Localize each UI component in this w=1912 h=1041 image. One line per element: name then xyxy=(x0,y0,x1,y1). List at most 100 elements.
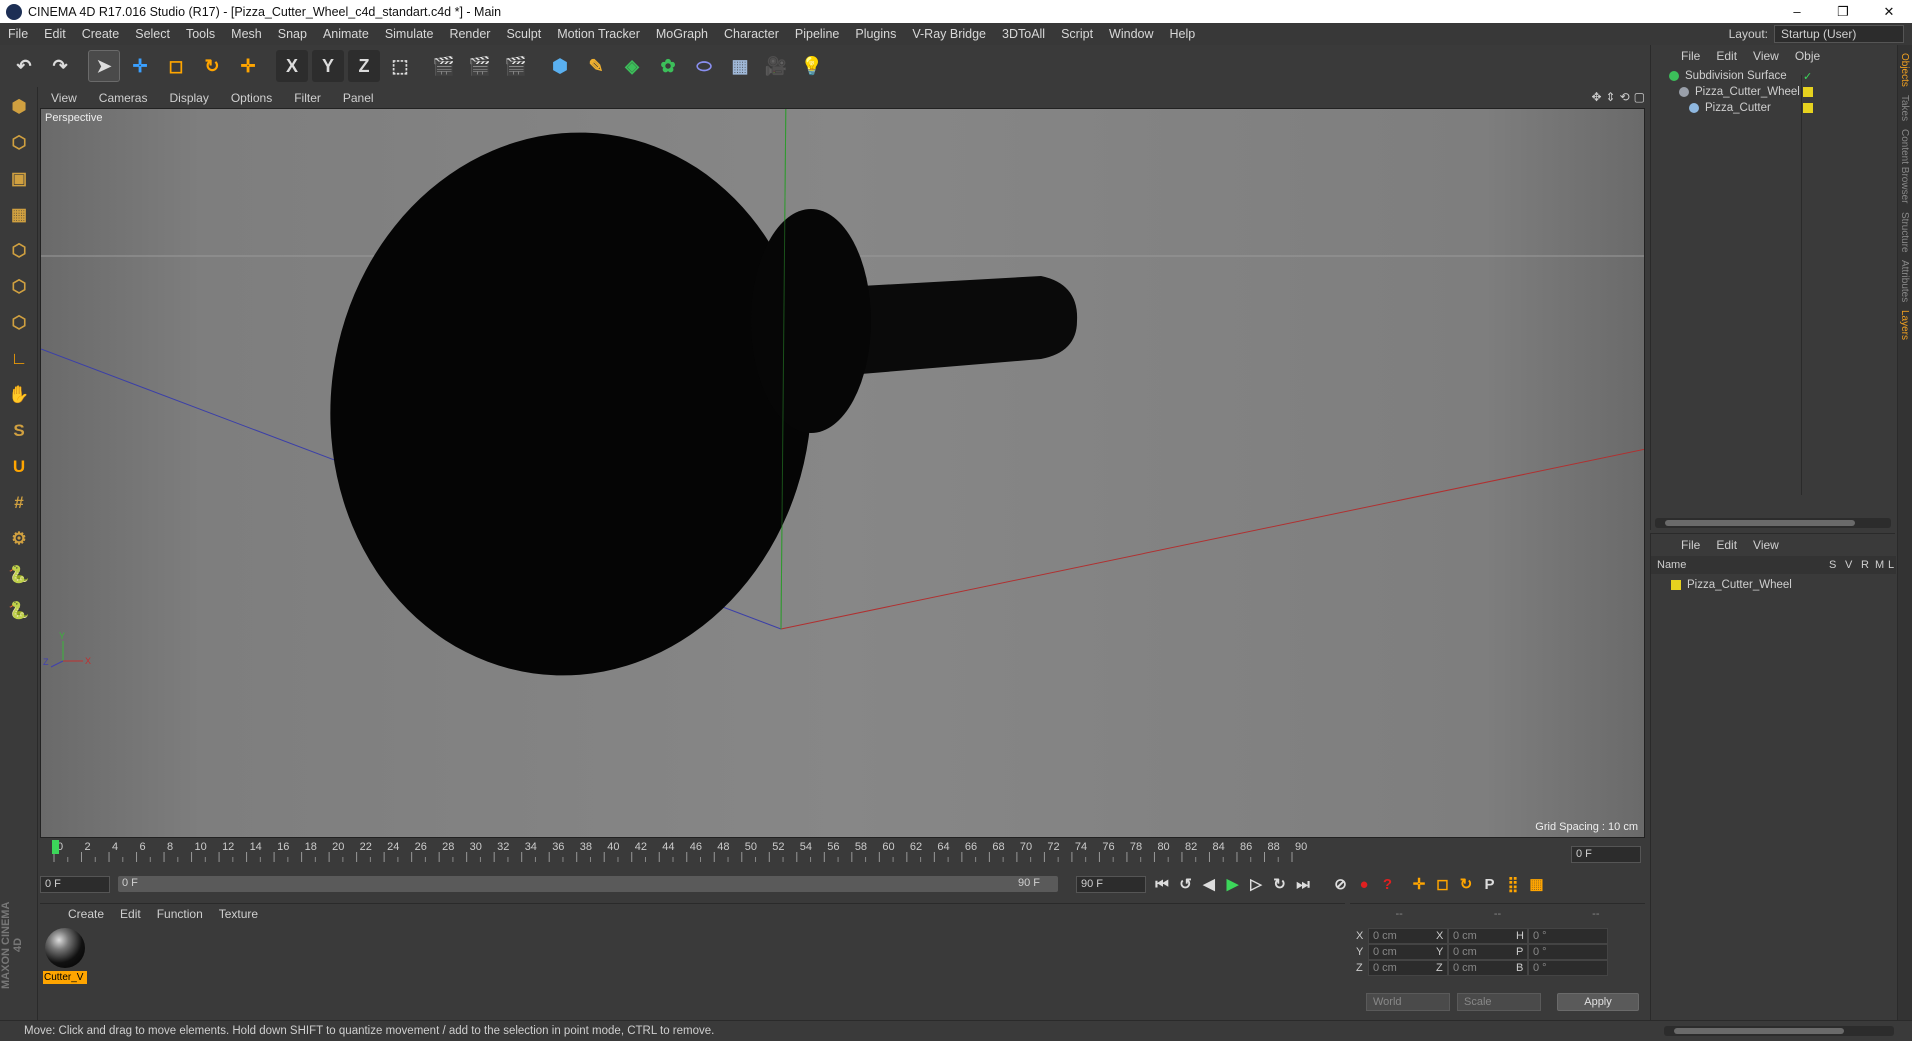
grid-lock-icon[interactable]: # xyxy=(3,487,35,519)
menu-render[interactable]: Render xyxy=(441,27,498,41)
current-frame-field[interactable]: 0 F xyxy=(1571,846,1641,863)
pizza-wheel-blade[interactable] xyxy=(295,109,846,707)
menu-pipeline[interactable]: Pipeline xyxy=(787,27,847,41)
select-cursor-icon[interactable]: ➤ xyxy=(88,50,120,82)
minimize-button[interactable]: – xyxy=(1774,0,1820,23)
viewport-menu-filter[interactable]: Filter xyxy=(283,91,332,105)
key-scale-icon[interactable]: ◻ xyxy=(1431,873,1455,895)
menu-script[interactable]: Script xyxy=(1053,27,1101,41)
pen-icon[interactable]: ✎ xyxy=(580,50,612,82)
layer-row[interactable]: Pizza_Cutter_Wheel xyxy=(1651,576,1896,594)
side-tab-takes[interactable]: Takes xyxy=(1899,95,1910,121)
status-scrollbar[interactable] xyxy=(1664,1026,1894,1036)
z-axis-icon[interactable]: Z xyxy=(348,50,380,82)
coord-value-field[interactable]: 0 ° xyxy=(1528,944,1608,960)
object-manager-scrollbar[interactable] xyxy=(1655,518,1891,528)
close-button[interactable]: ✕ xyxy=(1866,0,1912,23)
object-row[interactable]: Pizza_Cutter xyxy=(1651,99,1896,117)
perspective-viewport[interactable]: Y X Z Perspective Grid Spacing : 10 cm xyxy=(40,108,1645,838)
layer-color-tag[interactable] xyxy=(1803,103,1813,113)
coord-value-field[interactable]: 0 ° xyxy=(1528,928,1608,944)
model-mode-icon[interactable]: ⬡ xyxy=(3,127,35,159)
menu-animate[interactable]: Animate xyxy=(315,27,377,41)
material-menu-function[interactable]: Function xyxy=(149,907,211,921)
menu-window[interactable]: Window xyxy=(1101,27,1161,41)
camera-icon[interactable]: 🎥 xyxy=(760,50,792,82)
viewport-menu-view[interactable]: View xyxy=(40,91,88,105)
timeline[interactable]: 0 2 4 6 8 10 12 14 16 18 20 22 24 26 28 30 32 34 36 38 40 42 4… xyxy=(40,838,1645,870)
key-param-icon[interactable]: P xyxy=(1478,873,1502,895)
next-frame-icon[interactable]: ▷ xyxy=(1244,873,1268,895)
menu-v-ray-bridge[interactable]: V-Ray Bridge xyxy=(904,27,994,41)
coord-system-icon[interactable]: ⬚ xyxy=(384,50,416,82)
object-menu-file[interactable]: File xyxy=(1673,49,1708,63)
subdivision-icon[interactable]: ◈ xyxy=(616,50,648,82)
play-forward-icon[interactable]: ▶ xyxy=(1221,873,1245,895)
object-menu-view[interactable]: View xyxy=(1745,49,1787,63)
undo-icon[interactable]: ↶ xyxy=(8,50,40,82)
pizza-cutter-guard[interactable] xyxy=(751,209,871,433)
viewport-menu-cameras[interactable]: Cameras xyxy=(88,91,159,105)
goto-start-icon[interactable]: ⏮ xyxy=(1150,873,1174,895)
python-icon[interactable]: 🐍 xyxy=(3,559,35,591)
snapping-icon[interactable]: U xyxy=(3,451,35,483)
rotate-icon[interactable]: ↻ xyxy=(196,50,228,82)
deformer-icon[interactable]: ⬭ xyxy=(688,50,720,82)
tweak-mode-icon[interactable]: ✋ xyxy=(3,379,35,411)
light-icon[interactable]: 💡 xyxy=(796,50,828,82)
layer-menu-view[interactable]: View xyxy=(1745,538,1787,552)
side-tab-layers[interactable]: Layers xyxy=(1899,310,1910,340)
layer-color-tag[interactable] xyxy=(1803,87,1813,97)
floor-icon[interactable]: ▦ xyxy=(724,50,756,82)
points-mode-icon[interactable]: ⬡ xyxy=(3,235,35,267)
object-visibility-check[interactable]: ✓ xyxy=(1803,70,1812,83)
menu-create[interactable]: Create xyxy=(74,27,128,41)
frame-range-slider[interactable]: 0 F 90 F xyxy=(118,876,1058,892)
timeline-ruler[interactable]: 0 2 4 6 8 10 12 14 16 18 20 22 24 26 28 30 32 34 36 38 40 42 4… xyxy=(50,838,1580,870)
side-tab-structure[interactable]: Structure xyxy=(1899,212,1910,253)
side-tab-objects[interactable]: Objects xyxy=(1899,53,1910,87)
menu-plugins[interactable]: Plugins xyxy=(847,27,904,41)
material-swatch[interactable]: Cutter_V xyxy=(43,928,87,986)
layout-dropdown[interactable]: Startup (User) xyxy=(1774,25,1904,43)
menu-help[interactable]: Help xyxy=(1162,27,1204,41)
polygons-mode-icon[interactable]: ⬡ xyxy=(3,307,35,339)
texture-mode-icon[interactable]: ▣ xyxy=(3,163,35,195)
menu-character[interactable]: Character xyxy=(716,27,787,41)
autokey-off-icon[interactable]: ⊘ xyxy=(1329,873,1353,895)
key-position-icon[interactable]: ✛ xyxy=(1407,873,1431,895)
key-pla-icon[interactable]: ⣿ xyxy=(1501,873,1525,895)
material-menu-create[interactable]: Create xyxy=(60,907,112,921)
menu-snap[interactable]: Snap xyxy=(270,27,315,41)
material-menu-edit[interactable]: Edit xyxy=(112,907,149,921)
viewport-zoom-icon[interactable]: ⇕ xyxy=(1606,90,1616,104)
viewport-move-icon[interactable]: ✥ xyxy=(1591,90,1601,104)
material-menu-texture[interactable]: Texture xyxy=(211,907,266,921)
cube-icon[interactable]: ⬢ xyxy=(544,50,576,82)
object-menu-obje[interactable]: Obje xyxy=(1787,49,1828,63)
menu-file[interactable]: File xyxy=(0,27,36,41)
render-picture-viewer-icon[interactable]: 🎬 xyxy=(464,50,496,82)
timeline-playhead[interactable] xyxy=(52,840,59,854)
viewport-menu-display[interactable]: Display xyxy=(158,91,219,105)
apply-button[interactable]: Apply xyxy=(1557,993,1639,1011)
maximize-button[interactable]: ❐ xyxy=(1820,0,1866,23)
key-rotation-icon[interactable]: ↻ xyxy=(1454,873,1478,895)
workplane-mode-icon[interactable]: ▦ xyxy=(3,199,35,231)
layer-menu-file[interactable]: File xyxy=(1673,538,1708,552)
object-menu-edit[interactable]: Edit xyxy=(1708,49,1745,63)
pizza-cutter-handle[interactable] xyxy=(861,276,1078,374)
menu-tools[interactable]: Tools xyxy=(178,27,223,41)
autokey-help-icon[interactable]: ? xyxy=(1376,873,1400,895)
menu-mograph[interactable]: MoGraph xyxy=(648,27,716,41)
scale-icon[interactable]: ◻ xyxy=(160,50,192,82)
menu-edit[interactable]: Edit xyxy=(36,27,74,41)
x-axis-icon[interactable]: X xyxy=(276,50,308,82)
live-select-icon[interactable]: ✛ xyxy=(232,50,264,82)
record-icon[interactable]: ● xyxy=(1352,873,1376,895)
menu-simulate[interactable]: Simulate xyxy=(377,27,442,41)
timeline-window-icon[interactable]: ▦ xyxy=(1525,873,1549,895)
gizmo-icon[interactable]: ⚙ xyxy=(3,523,35,555)
coord-space-dropdown[interactable]: World xyxy=(1366,993,1450,1011)
goto-end-icon[interactable]: ⏭ xyxy=(1291,873,1315,895)
